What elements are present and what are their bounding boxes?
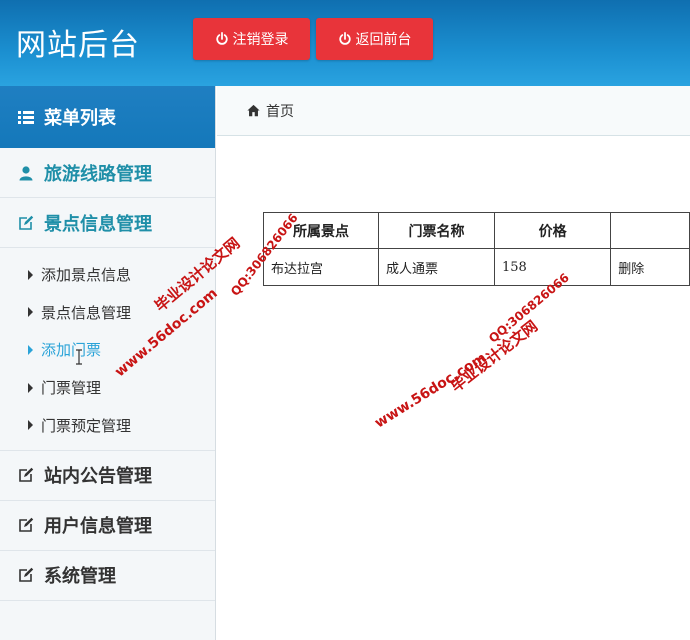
- site-title: 网站后台: [16, 28, 140, 63]
- cell-ticket-name: 成人通票: [378, 248, 495, 286]
- submenu-label: 门票管理: [41, 379, 102, 398]
- submenu-label: 门票预定管理: [41, 416, 132, 435]
- column-header: [610, 212, 690, 249]
- power-icon: [338, 32, 351, 45]
- edit-icon: [19, 518, 34, 533]
- submenu-add-scenic[interactable]: 添加景点信息: [0, 256, 215, 294]
- delete-link[interactable]: 删除: [610, 248, 690, 286]
- watermark-site: www.56doc.com: [372, 349, 490, 432]
- caret-right-icon: [28, 420, 33, 431]
- sidebar-item-label: 站内公告管理: [44, 466, 152, 488]
- cell-price: 158: [493, 248, 612, 286]
- submenu-ticket-manage[interactable]: 门票管理: [0, 369, 215, 407]
- breadcrumb-home[interactable]: 首页: [266, 101, 294, 121]
- sidebar-item-tour-routes[interactable]: 旅游线路管理: [0, 148, 215, 198]
- submenu-scenic-manage[interactable]: 景点信息管理: [0, 294, 215, 332]
- return-front-button[interactable]: 返回前台: [316, 18, 433, 60]
- sidebar-item-announcements[interactable]: 站内公告管理: [0, 451, 215, 501]
- breadcrumb: 首页: [217, 86, 690, 136]
- sidebar-item-label: 用户信息管理: [44, 516, 152, 538]
- sidebar-item-scenic-info[interactable]: 景点信息管理: [0, 198, 215, 248]
- table-row: 布达拉宫 成人通票 158 删除: [263, 248, 690, 286]
- column-header: 所属景点: [263, 212, 379, 249]
- sidebar-title: 菜单列表: [44, 108, 116, 129]
- logout-button[interactable]: 注销登录: [193, 18, 310, 60]
- caret-right-icon: [28, 344, 33, 355]
- column-header: 价格: [493, 212, 612, 249]
- sidebar-item-label: 旅游线路管理: [44, 163, 152, 185]
- caret-right-icon: [28, 269, 33, 280]
- cell-scenic: 布达拉宫: [263, 248, 379, 286]
- sidebar-item-label: 景点信息管理: [44, 213, 152, 235]
- submenu-add-ticket[interactable]: 添加门票: [0, 331, 215, 369]
- edit-icon: [19, 568, 34, 583]
- submenu: 添加景点信息 景点信息管理 添加门票 门票管理 门票预定管理: [0, 248, 215, 451]
- return-front-label: 返回前台: [355, 32, 412, 48]
- sidebar-header: 菜单列表: [0, 86, 215, 148]
- list-icon: [18, 111, 34, 124]
- sidebar-item-label: 系统管理: [44, 566, 116, 588]
- sidebar-item-system[interactable]: 系统管理: [0, 551, 215, 601]
- sidebar-item-users[interactable]: 用户信息管理: [0, 501, 215, 551]
- caret-right-icon: [28, 307, 33, 318]
- caret-right-icon: [28, 382, 33, 393]
- edit-icon: [19, 468, 34, 483]
- text-cursor-icon: [76, 349, 82, 365]
- home-icon: [247, 104, 260, 117]
- edit-icon: [19, 215, 34, 230]
- table-header-row: 所属景点 门票名称 价格: [263, 212, 690, 249]
- submenu-ticket-booking[interactable]: 门票预定管理: [0, 406, 215, 444]
- power-icon: [215, 32, 228, 45]
- submenu-label: 添加门票: [41, 341, 102, 360]
- user-icon: [19, 165, 33, 180]
- top-header: 网站后台 注销登录 返回前台: [0, 0, 690, 86]
- watermark-brand: 毕业设计论文网: [447, 316, 542, 396]
- submenu-label: 景点信息管理: [41, 303, 132, 322]
- ticket-table: 所属景点 门票名称 价格 布达拉宫 成人通票 158 删除: [263, 212, 690, 286]
- sidebar: 菜单列表 旅游线路管理 景点信息管理 添加景点信息 景点信息管理 添加门票 门票…: [0, 86, 216, 640]
- submenu-label: 添加景点信息: [41, 266, 132, 285]
- logout-label: 注销登录: [232, 32, 289, 48]
- column-header: 门票名称: [378, 212, 495, 249]
